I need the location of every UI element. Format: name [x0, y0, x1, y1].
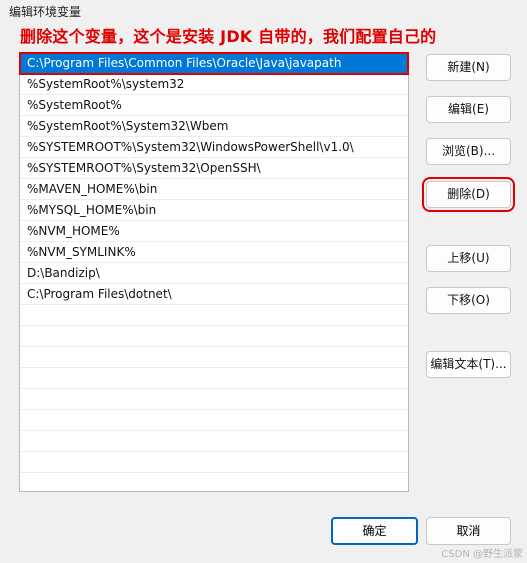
new-button[interactable]: 新建(N) [426, 54, 511, 81]
list-item[interactable]: %SYSTEMROOT%\System32\OpenSSH\ [20, 158, 408, 179]
move-down-button[interactable]: 下移(O) [426, 287, 511, 314]
path-list[interactable]: C:\Program Files\Common Files\Oracle\Jav… [19, 52, 409, 492]
cancel-button[interactable]: 取消 [426, 517, 511, 545]
list-item[interactable]: C:\Program Files\dotnet\ [20, 284, 408, 305]
list-item-empty[interactable] [20, 431, 408, 452]
list-item[interactable]: %MAVEN_HOME%\bin [20, 179, 408, 200]
edit-env-var-dialog: 编辑环境变量 删除这个变量，这个是安装 JDK 自带的，我们配置自己的 C:\P… [0, 0, 527, 563]
browse-button[interactable]: 浏览(B)... [426, 138, 511, 165]
list-item-selected[interactable]: C:\Program Files\Common Files\Oracle\Jav… [19, 52, 409, 75]
list-item-empty[interactable] [20, 410, 408, 431]
list-item-empty[interactable] [20, 389, 408, 410]
edit-text-button[interactable]: 编辑文本(T)... [426, 351, 511, 378]
list-item[interactable]: %NVM_SYMLINK% [20, 242, 408, 263]
list-item[interactable]: %SYSTEMROOT%\System32\WindowsPowerShell\… [20, 137, 408, 158]
list-item-empty[interactable] [20, 452, 408, 473]
edit-button[interactable]: 编辑(E) [426, 96, 511, 123]
list-item-empty[interactable] [20, 326, 408, 347]
delete-button[interactable]: 删除(D) [422, 177, 515, 212]
list-item-empty[interactable] [20, 368, 408, 389]
list-item[interactable]: %SystemRoot%\System32\Wbem [20, 116, 408, 137]
window-title: 编辑环境变量 [9, 5, 82, 19]
list-item[interactable]: D:\Bandizip\ [20, 263, 408, 284]
list-item-empty[interactable] [20, 305, 408, 326]
red-annotation-text: 删除这个变量，这个是安装 JDK 自带的，我们配置自己的 [20, 27, 437, 46]
move-up-button[interactable]: 上移(U) [426, 245, 511, 272]
ok-button[interactable]: 确定 [331, 517, 418, 545]
list-item-empty[interactable] [20, 347, 408, 368]
list-item[interactable]: %NVM_HOME% [20, 221, 408, 242]
list-item[interactable]: %MYSQL_HOME%\bin [20, 200, 408, 221]
list-item[interactable]: %SystemRoot% [20, 95, 408, 116]
list-item[interactable]: %SystemRoot%\system32 [20, 74, 408, 95]
watermark: CSDN @野生派蒙 [441, 549, 523, 560]
